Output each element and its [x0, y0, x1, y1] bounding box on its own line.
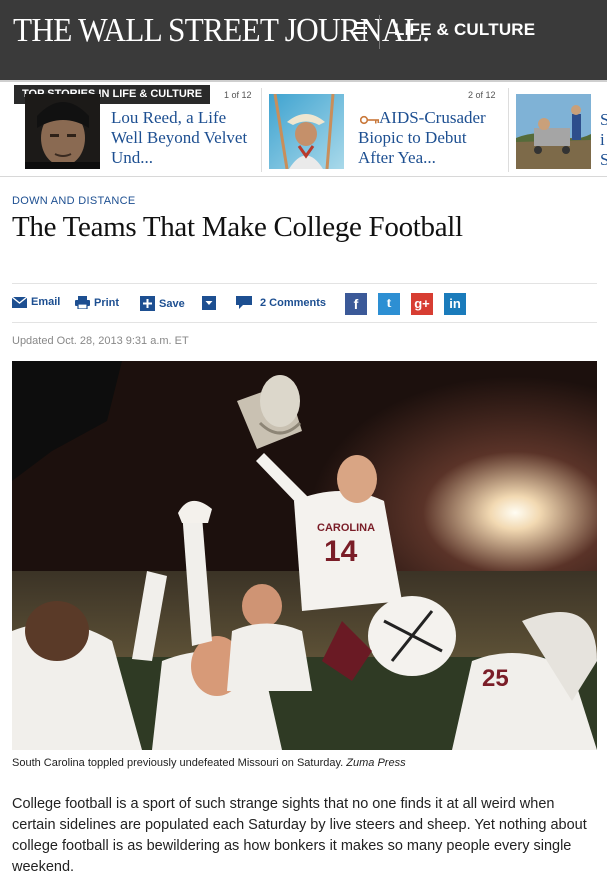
printer-icon: [75, 296, 90, 309]
story-card[interactable]: 2 of 12 AIDS-Crusader Biopic to Debut Af…: [262, 82, 508, 177]
photo-jersey-number: 14: [324, 535, 358, 568]
story-card[interactable]: S i S: [509, 82, 607, 177]
headline-line: AIDS-Crusader: [379, 108, 486, 127]
story-thumbnail[interactable]: [25, 94, 100, 169]
article-body: College football is a sport of such stra…: [12, 794, 597, 878]
comments-label: 2 Comments: [260, 296, 327, 309]
caption-text: South Carolina toppled previously undefe…: [12, 757, 344, 769]
article-title: The Teams That Make College Football: [12, 211, 463, 243]
facebook-share-icon[interactable]: f: [345, 293, 367, 315]
googleplus-share-icon[interactable]: g+: [411, 293, 433, 315]
photo-caption: South Carolina toppled previously undefe…: [12, 757, 406, 769]
chevron-down-icon: [202, 296, 216, 310]
story-pager: 2 of 12: [468, 90, 496, 100]
story-headline-fragment[interactable]: S i S: [600, 110, 607, 170]
updated-timestamp: Updated Oct. 28, 2013 9:31 a.m. ET: [12, 335, 189, 347]
article-kicker[interactable]: DOWN AND DISTANCE: [12, 195, 135, 207]
story-headline[interactable]: Lou Reed, a Life Well Beyond Velvet Und.…: [111, 108, 247, 168]
print-label: Print: [94, 296, 120, 309]
story-card[interactable]: 1 of 12 Lou Reed, a Life Well Beyond Vel…: [0, 82, 262, 177]
email-label: Email: [31, 296, 61, 308]
comment-icon: [236, 296, 252, 309]
article-toolbar: Email Print Save 2 Comments f t g+ in: [12, 283, 597, 323]
photo-jersey-text: CAROLINA: [317, 522, 375, 534]
body-line: certain sidelines are populated each Sat…: [12, 817, 587, 833]
site-header: THE WALL STREET JOURNAL. LIFE & CULTURE: [0, 0, 607, 80]
story-headline[interactable]: AIDS-Crusader Biopic to Debut After Yea.…: [358, 108, 486, 168]
story-thumbnail[interactable]: [269, 94, 344, 169]
story-pager: 1 of 12: [224, 90, 252, 100]
linkedin-share-icon[interactable]: in: [444, 293, 466, 315]
header-divider: [379, 15, 380, 49]
top-stories-strip: TOP STORIES IN LIFE & CULTURE 1 of 12 Lo…: [0, 80, 607, 177]
headline-line: After Yea...: [358, 148, 436, 167]
section-title[interactable]: LIFE & CULTURE: [394, 20, 535, 40]
twitter-share-icon[interactable]: t: [378, 293, 400, 315]
save-label: Save: [159, 297, 185, 310]
body-line: weekend.: [12, 859, 75, 875]
headline-line: Biopic to Debut: [358, 128, 467, 147]
envelope-icon: [12, 296, 27, 308]
save-dropdown-button[interactable]: [202, 296, 220, 310]
headline-line: S: [600, 150, 607, 169]
body-line: College football is a sport of such stra…: [12, 796, 555, 812]
menu-icon[interactable]: [354, 22, 367, 37]
headline-line: Well Beyond Velvet: [111, 128, 248, 147]
caption-credit: Zuma Press: [346, 757, 406, 769]
svg-text:25: 25: [482, 665, 509, 692]
story-thumbnail[interactable]: [516, 94, 591, 169]
email-button[interactable]: Email: [12, 296, 60, 308]
comments-button[interactable]: 2 Comments: [236, 296, 326, 309]
save-button[interactable]: Save: [140, 296, 185, 311]
plus-icon: [140, 296, 155, 311]
headline-line: i: [600, 130, 605, 149]
body-line: college football is as bewildering as ho…: [12, 838, 572, 854]
headline-line: S: [600, 110, 607, 129]
print-button[interactable]: Print: [75, 296, 119, 309]
headline-line: Und...: [111, 148, 154, 167]
headline-line: Lou Reed, a Life: [111, 108, 227, 127]
article-photo[interactable]: CAROLINA 14 25: [12, 361, 597, 750]
